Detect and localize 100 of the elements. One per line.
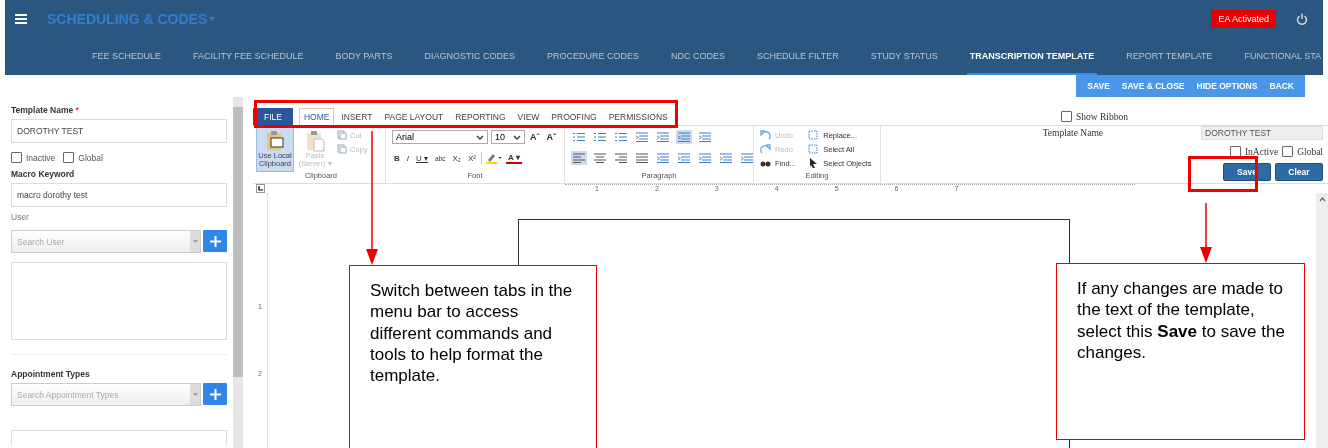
- plus-icon: [209, 235, 221, 247]
- field-label: Macro Keyword: [11, 169, 76, 179]
- highlight-frame: [1188, 156, 1258, 192]
- paragraph-button[interactable]: [592, 151, 608, 165]
- scrollbar[interactable]: [233, 97, 243, 448]
- redo-icon: [760, 144, 771, 155]
- paragraph-icon: [573, 153, 585, 163]
- add-button[interactable]: [203, 230, 227, 252]
- macro-keyword-field[interactable]: macro dorothy test: [11, 183, 227, 207]
- nav-tab[interactable]: FEE SCHEDULE: [89, 38, 165, 75]
- format-button[interactable]: B: [392, 153, 402, 163]
- paragraph-button[interactable]: [634, 130, 650, 144]
- ribbon-tab[interactable]: PAGE LAYOUT: [379, 107, 449, 126]
- ribbon-tab[interactable]: HOME: [298, 107, 335, 126]
- nav-tab[interactable]: PROCEDURE CODES: [543, 38, 642, 75]
- caret-icon[interactable]: [192, 393, 198, 396]
- nav-tab[interactable]: REPORT TEMPLATE: [1123, 38, 1216, 75]
- status-badge: EA Activated: [1211, 10, 1276, 28]
- nav-tab[interactable]: FUNCTIONAL STA: [1241, 38, 1325, 75]
- paragraph-button[interactable]: [697, 151, 713, 165]
- field-label: User: [11, 212, 30, 222]
- corner-icon: [258, 185, 263, 191]
- font-size-select[interactable]: 10: [491, 130, 525, 144]
- ribbon-tab[interactable]: REPORTING: [450, 107, 511, 126]
- checkbox-label: Global: [78, 152, 103, 163]
- paragraph-button[interactable]: [739, 151, 755, 165]
- field-label: Appointment Types: [11, 369, 91, 379]
- menu-icon[interactable]: [15, 14, 27, 24]
- paragraph-button[interactable]: [655, 151, 671, 165]
- format-button[interactable]: I: [404, 153, 411, 163]
- ribbon-tab[interactable]: INSERT: [336, 107, 378, 126]
- undo-icon: [760, 130, 771, 141]
- paragraph-icon: [594, 132, 606, 142]
- caret-icon[interactable]: [192, 240, 198, 243]
- paragraph-button[interactable]: [571, 151, 587, 165]
- nav-tab[interactable]: SCHEDULE FILTER: [754, 38, 842, 75]
- paragraph-icon: [636, 132, 648, 142]
- checkbox[interactable]: [1061, 111, 1072, 122]
- checkbox-label: InActive: [1244, 146, 1279, 157]
- format-button[interactable]: U ▾: [414, 153, 430, 163]
- field-label: Template Name: [11, 105, 74, 115]
- arrow: [1200, 203, 1212, 263]
- chevron-down-icon[interactable]: [476, 134, 484, 140]
- format-button[interactable]: X₂: [450, 153, 463, 163]
- checkbox-label: Show Ribbon: [1076, 111, 1128, 122]
- checkbox[interactable]: [1282, 146, 1294, 157]
- font-color-button[interactable]: A ▾: [505, 152, 522, 164]
- checkbox[interactable]: [1229, 146, 1241, 157]
- paragraph-icon: [657, 153, 669, 163]
- paragraph-icon: [699, 132, 711, 142]
- paragraph-icon: [615, 132, 627, 142]
- chevron-up-icon[interactable]: [1318, 196, 1326, 202]
- paragraph-button[interactable]: [613, 130, 629, 144]
- nav-tab[interactable]: STUDY STATUS: [867, 38, 941, 75]
- nav-tab[interactable]: BODY PARTS: [332, 38, 396, 75]
- nav-tab[interactable]: FACILITY FEE SCHEDULE: [190, 38, 307, 75]
- clipboard-page-icon: [305, 130, 325, 152]
- plus-icon: [209, 388, 221, 400]
- clipboard-monitor-icon: [265, 130, 285, 152]
- template-name-field[interactable]: DOROTHY TEST: [1201, 126, 1323, 140]
- paragraph-icon: [678, 132, 690, 142]
- field-label: Template Name: [1042, 128, 1103, 138]
- paragraph-button[interactable]: [613, 151, 629, 165]
- paragraph-button[interactable]: [655, 130, 671, 144]
- ribbon-tab[interactable]: VIEW: [512, 107, 545, 126]
- power-icon[interactable]: [1296, 13, 1308, 25]
- select-all-icon: [808, 144, 820, 155]
- form-button[interactable]: Clear: [1275, 163, 1323, 181]
- paragraph-icon: [657, 132, 669, 142]
- font-size-button[interactable]: Aˆ: [528, 132, 542, 142]
- paragraph-icon: [741, 153, 753, 163]
- template-name-field[interactable]: DOROTHY TEST: [11, 119, 227, 143]
- highlight-icon[interactable]: [484, 152, 503, 164]
- paragraph-button[interactable]: [592, 130, 608, 144]
- tab-stop-icon[interactable]: [256, 183, 265, 193]
- ribbon-tab[interactable]: FILE: [253, 107, 293, 126]
- paragraph-button[interactable]: [676, 151, 692, 165]
- font-size-button[interactable]: Aˇ: [544, 132, 558, 142]
- paragraph-icon: [699, 153, 711, 163]
- checkbox-label: Inactive: [26, 152, 56, 163]
- checkbox[interactable]: [11, 152, 22, 163]
- ribbon-tab[interactable]: PERMISSIONS: [603, 107, 673, 126]
- nav-tab[interactable]: NDC CODES: [667, 38, 728, 75]
- required-mark: *: [75, 105, 79, 115]
- paragraph-button[interactable]: [571, 130, 587, 144]
- format-button[interactable]: X²: [465, 153, 478, 163]
- paragraph-button[interactable]: [634, 151, 650, 165]
- paragraph-button[interactable]: [697, 130, 713, 144]
- paragraph-icon: [678, 153, 690, 163]
- checkbox[interactable]: [63, 152, 75, 163]
- paragraph-icon: [615, 153, 627, 163]
- checkbox-label: Global: [1297, 146, 1323, 157]
- nav-tab[interactable]: DIAGNOSTIC CODES: [421, 38, 518, 75]
- font-family-select[interactable]: Arial: [392, 130, 488, 144]
- paragraph-button[interactable]: [718, 151, 734, 165]
- scrollbar[interactable]: [1316, 192, 1328, 448]
- ribbon-tab[interactable]: PROOFING: [546, 107, 602, 126]
- replace-icon: [808, 130, 820, 141]
- add-button[interactable]: [203, 383, 227, 405]
- chevron-down-icon[interactable]: [513, 134, 521, 140]
